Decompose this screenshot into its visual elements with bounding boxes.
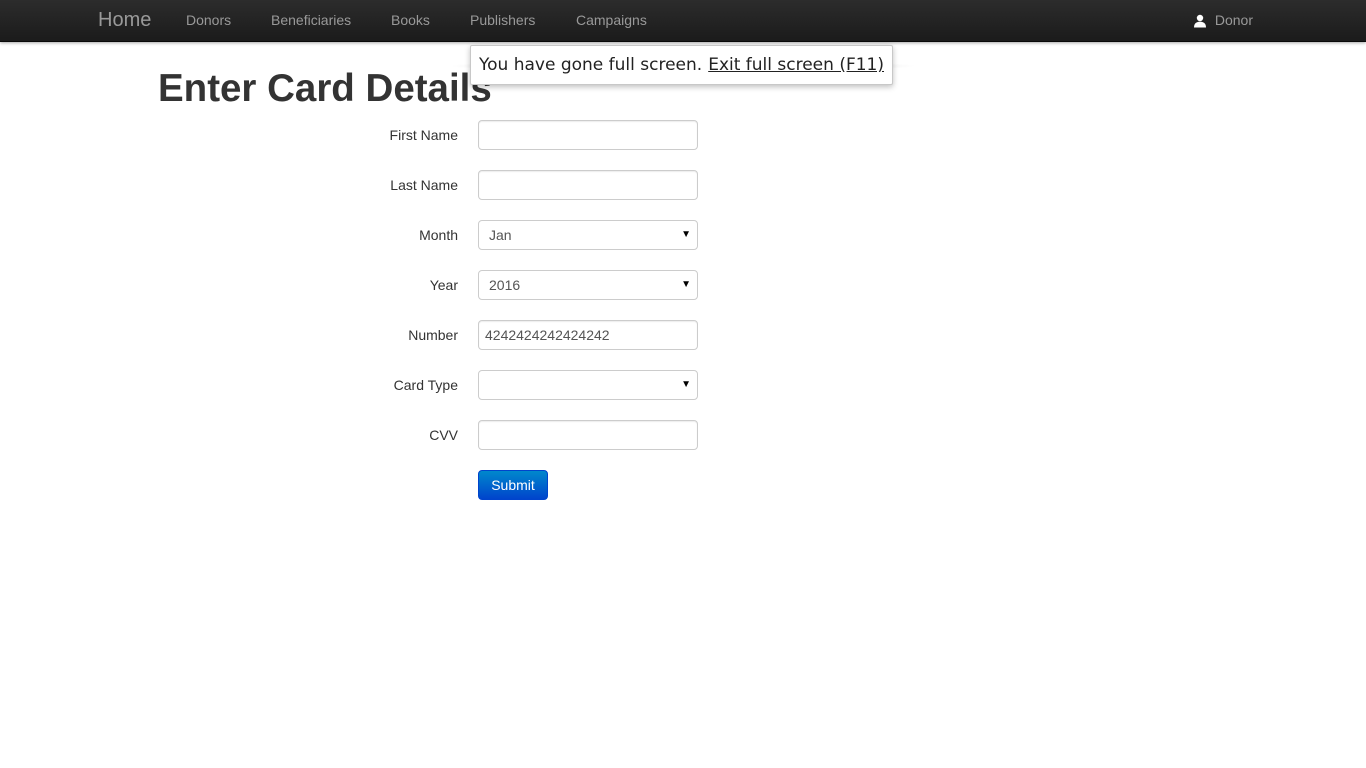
top-navbar: Home Donors Beneficiaries Books Publishe… [0,0,1366,42]
number-row: Number [0,320,720,350]
year-row: Year 2016 ▼ [0,270,720,300]
card-type-label: Card Type [393,377,458,393]
cvv-label: CVV [429,427,458,443]
cvv-row: CVV [0,420,720,450]
month-row: Month Jan ▼ [0,220,720,250]
user-menu[interactable]: Donor [1193,12,1253,29]
nav-link-donors[interactable]: Donors [186,12,231,29]
user-icon [1193,14,1206,27]
card-number-input[interactable] [478,320,698,350]
month-select[interactable]: Jan ▼ [478,220,698,250]
nav-link-publishers[interactable]: Publishers [470,12,535,29]
number-label: Number [408,327,458,343]
first-name-row: First Name [0,120,720,150]
first-name-label: First Name [389,127,458,143]
month-select-value: Jan [489,227,512,243]
submit-button[interactable]: Submit [478,470,548,500]
fullscreen-notice: You have gone full screen. Exit full scr… [470,45,893,85]
first-name-input[interactable] [478,120,698,150]
cvv-input[interactable] [478,420,698,450]
nav-link-beneficiaries[interactable]: Beneficiaries [271,12,351,29]
year-label: Year [429,277,458,293]
month-label: Month [419,227,458,243]
chevron-down-icon: ▼ [681,279,691,290]
chevron-down-icon: ▼ [681,379,691,390]
year-select-value: 2016 [489,277,521,293]
nav-link-campaigns[interactable]: Campaigns [576,12,647,29]
year-select[interactable]: 2016 ▼ [478,270,698,300]
nav-link-books[interactable]: Books [391,12,430,29]
last-name-input[interactable] [478,170,698,200]
exit-fullscreen-link[interactable]: Exit full screen (F11) [708,55,884,75]
fullscreen-message: You have gone full screen. [479,55,703,75]
chevron-down-icon: ▼ [681,229,691,240]
user-label: Donor [1214,12,1253,28]
page-title: Enter Card Details [158,67,492,110]
card-type-row: Card Type ▼ [0,370,720,400]
card-type-select[interactable]: ▼ [478,370,698,400]
last-name-row: Last Name [0,170,720,200]
brand-home-link[interactable]: Home [98,9,151,31]
last-name-label: Last Name [390,177,458,193]
